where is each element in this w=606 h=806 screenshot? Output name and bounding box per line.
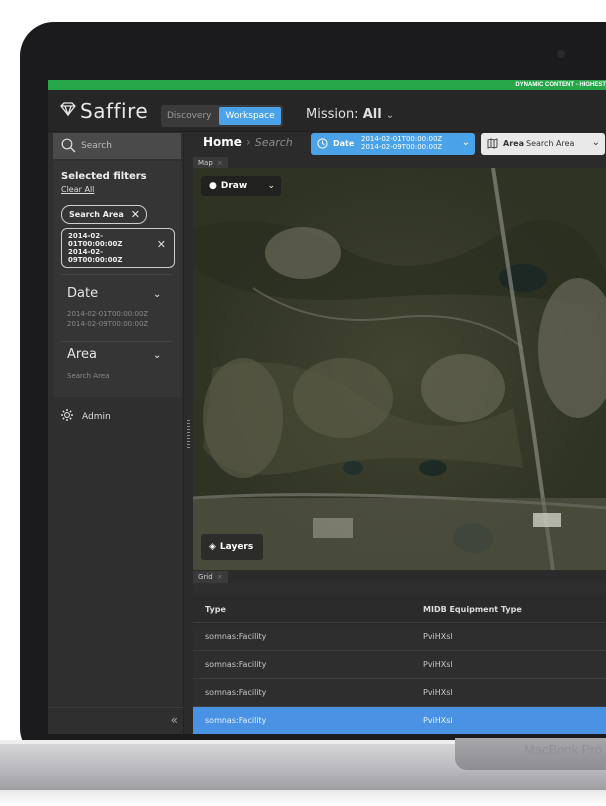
date-filter-pill[interactable]: Date 2014-02-01T00:00:00Z 2014-02-09T00:… bbox=[311, 133, 475, 155]
layers-label: Layers bbox=[219, 542, 254, 552]
date-from: 2014-02-01T00:00:00Z bbox=[361, 135, 443, 143]
facet-date-value: 2014-02-01T00:00:00Z bbox=[67, 310, 149, 318]
search-label: Search bbox=[81, 141, 112, 151]
chip-line: 2014-02- bbox=[68, 248, 104, 256]
draw-label: Draw bbox=[220, 181, 248, 191]
tab-map-label: Map bbox=[198, 159, 213, 167]
facet-area-value: Search Area bbox=[67, 372, 110, 380]
facet-date-value: 2014-02-09T00:00:00Z bbox=[67, 320, 149, 328]
map-pin-icon: ● bbox=[209, 181, 217, 191]
cell-type: somnas:Facility bbox=[205, 660, 267, 669]
laptop-shadow bbox=[0, 790, 606, 806]
table-row-selected[interactable]: somnas:Facility PviHXsl bbox=[193, 706, 606, 734]
resize-handle[interactable] bbox=[187, 420, 190, 448]
cell-midb: PviHXsl bbox=[423, 716, 453, 725]
area-filter-pill[interactable]: Area Search Area ⌄ bbox=[481, 133, 605, 155]
date-pill-label: Date bbox=[333, 139, 355, 148]
top-bar: Saffire Discovery Workspace Mission: All… bbox=[48, 90, 606, 132]
selected-filters-title: Selected filters bbox=[61, 171, 147, 182]
filter-chip-date[interactable]: 2014-02- 01T00:00:00Z 2014-02- 09T00:00:… bbox=[61, 228, 175, 268]
draw-tool-button[interactable]: ● Draw ⌄ bbox=[201, 176, 281, 196]
chip-line: 01T00:00:00Z bbox=[68, 240, 123, 248]
results-grid: Type MIDB Equipment Type somnas:Facility… bbox=[193, 583, 606, 734]
camera bbox=[557, 50, 565, 58]
app-name: Saffire bbox=[80, 99, 149, 123]
view-switcher: Discovery Workspace bbox=[161, 105, 283, 127]
chevron-down-icon: ⌄ bbox=[591, 137, 600, 148]
cell-midb: PviHXsl bbox=[423, 632, 453, 641]
chevron-down-icon[interactable]: ⌄ bbox=[153, 289, 161, 300]
close-icon[interactable]: ✕ bbox=[131, 206, 140, 223]
divider bbox=[61, 341, 173, 342]
clear-all-link[interactable]: Clear All bbox=[61, 185, 94, 194]
gear-icon bbox=[60, 408, 74, 425]
cell-type: somnas:Facility bbox=[205, 688, 267, 697]
breadcrumb-home[interactable]: Home bbox=[203, 135, 242, 149]
selected-filters-panel: Selected filters Clear All Search Area ✕… bbox=[53, 161, 181, 397]
column-header-type[interactable]: Type bbox=[205, 605, 226, 614]
map-icon bbox=[487, 138, 498, 151]
layers-button[interactable]: ◈ Layers bbox=[201, 534, 263, 560]
cell-midb: PviHXsl bbox=[423, 688, 453, 697]
cell-type: somnas:Facility bbox=[205, 716, 267, 725]
app-screen: DYNAMIC CONTENT - HIGHEST Saffire Discov… bbox=[48, 80, 606, 734]
tab-grid-label: Grid bbox=[198, 573, 213, 581]
area-pill-label: Area bbox=[503, 139, 524, 148]
tab-discovery[interactable]: Discovery bbox=[161, 105, 217, 127]
cell-type: somnas:Facility bbox=[205, 632, 267, 641]
collapse-sidebar-button[interactable]: « bbox=[48, 707, 184, 734]
table-row[interactable]: somnas:Facility PviHXsl bbox=[193, 622, 606, 650]
main-panel: Home › Search Date 2014-02-01T00:00:00Z 20… bbox=[193, 133, 606, 734]
chevron-down-icon: ⌄ bbox=[267, 181, 275, 191]
cell-midb: PviHXsl bbox=[423, 660, 453, 669]
search-icon bbox=[61, 138, 76, 153]
close-icon[interactable]: × bbox=[217, 573, 223, 581]
date-to: 2014-02-09T00:00:00Z bbox=[361, 143, 443, 151]
admin-nav-item[interactable]: Admin bbox=[60, 408, 111, 425]
tab-grid[interactable]: Grid × bbox=[193, 571, 228, 583]
filter-sidebar: Search Selected filters Clear All Search… bbox=[48, 133, 184, 734]
mission-label: Mission: bbox=[306, 107, 359, 122]
chevron-down-icon[interactable]: ⌄ bbox=[153, 350, 161, 361]
chip-line: 09T00:00:00Z bbox=[68, 256, 123, 264]
close-icon[interactable]: ✕ bbox=[157, 239, 166, 250]
filter-chip-area[interactable]: Search Area ✕ bbox=[61, 205, 147, 224]
admin-label: Admin bbox=[82, 412, 111, 422]
area-pill-value: Search Area bbox=[526, 139, 575, 148]
laptop-mockup: DYNAMIC CONTENT - HIGHEST Saffire Discov… bbox=[0, 0, 606, 806]
search-nav-item[interactable]: Search bbox=[53, 133, 181, 159]
table-row[interactable]: somnas:Facility PviHXsl bbox=[193, 650, 606, 678]
date-pill-range: 2014-02-01T00:00:00Z 2014-02-09T00:00:00… bbox=[361, 135, 442, 151]
breadcrumb-current: Search bbox=[254, 136, 293, 149]
mission-value: All bbox=[362, 107, 382, 122]
chip-label: Search Area bbox=[69, 210, 124, 219]
breadcrumb: Home › Search bbox=[203, 135, 293, 149]
column-header-midb[interactable]: MIDB Equipment Type bbox=[423, 605, 522, 614]
mission-selector[interactable]: Mission: All ⌄ bbox=[306, 107, 394, 122]
app-logo[interactable]: Saffire bbox=[60, 99, 148, 123]
divider bbox=[61, 274, 173, 275]
diamond-logo-icon bbox=[60, 101, 76, 120]
tab-workspace[interactable]: Workspace bbox=[219, 107, 281, 125]
clock-icon bbox=[317, 138, 328, 151]
chevron-down-icon: ⌄ bbox=[385, 110, 395, 121]
chevron-right-icon: › bbox=[245, 135, 251, 149]
layers-icon: ◈ bbox=[209, 542, 216, 552]
laptop-brand: MacBook Pro bbox=[523, 742, 602, 757]
chip-line: 2014-02- bbox=[68, 232, 104, 240]
chevron-down-icon: ⌄ bbox=[461, 137, 470, 148]
satellite-imagery bbox=[193, 168, 606, 570]
classification-banner: DYNAMIC CONTENT - HIGHEST bbox=[48, 80, 606, 90]
satellite-map[interactable]: ● Draw ⌄ ◈ Layers bbox=[193, 168, 606, 570]
close-icon[interactable]: × bbox=[217, 159, 223, 167]
facet-area-title[interactable]: Area bbox=[67, 347, 97, 362]
table-row[interactable]: somnas:Facility PviHXsl bbox=[193, 678, 606, 706]
facet-date-title[interactable]: Date bbox=[67, 286, 98, 301]
